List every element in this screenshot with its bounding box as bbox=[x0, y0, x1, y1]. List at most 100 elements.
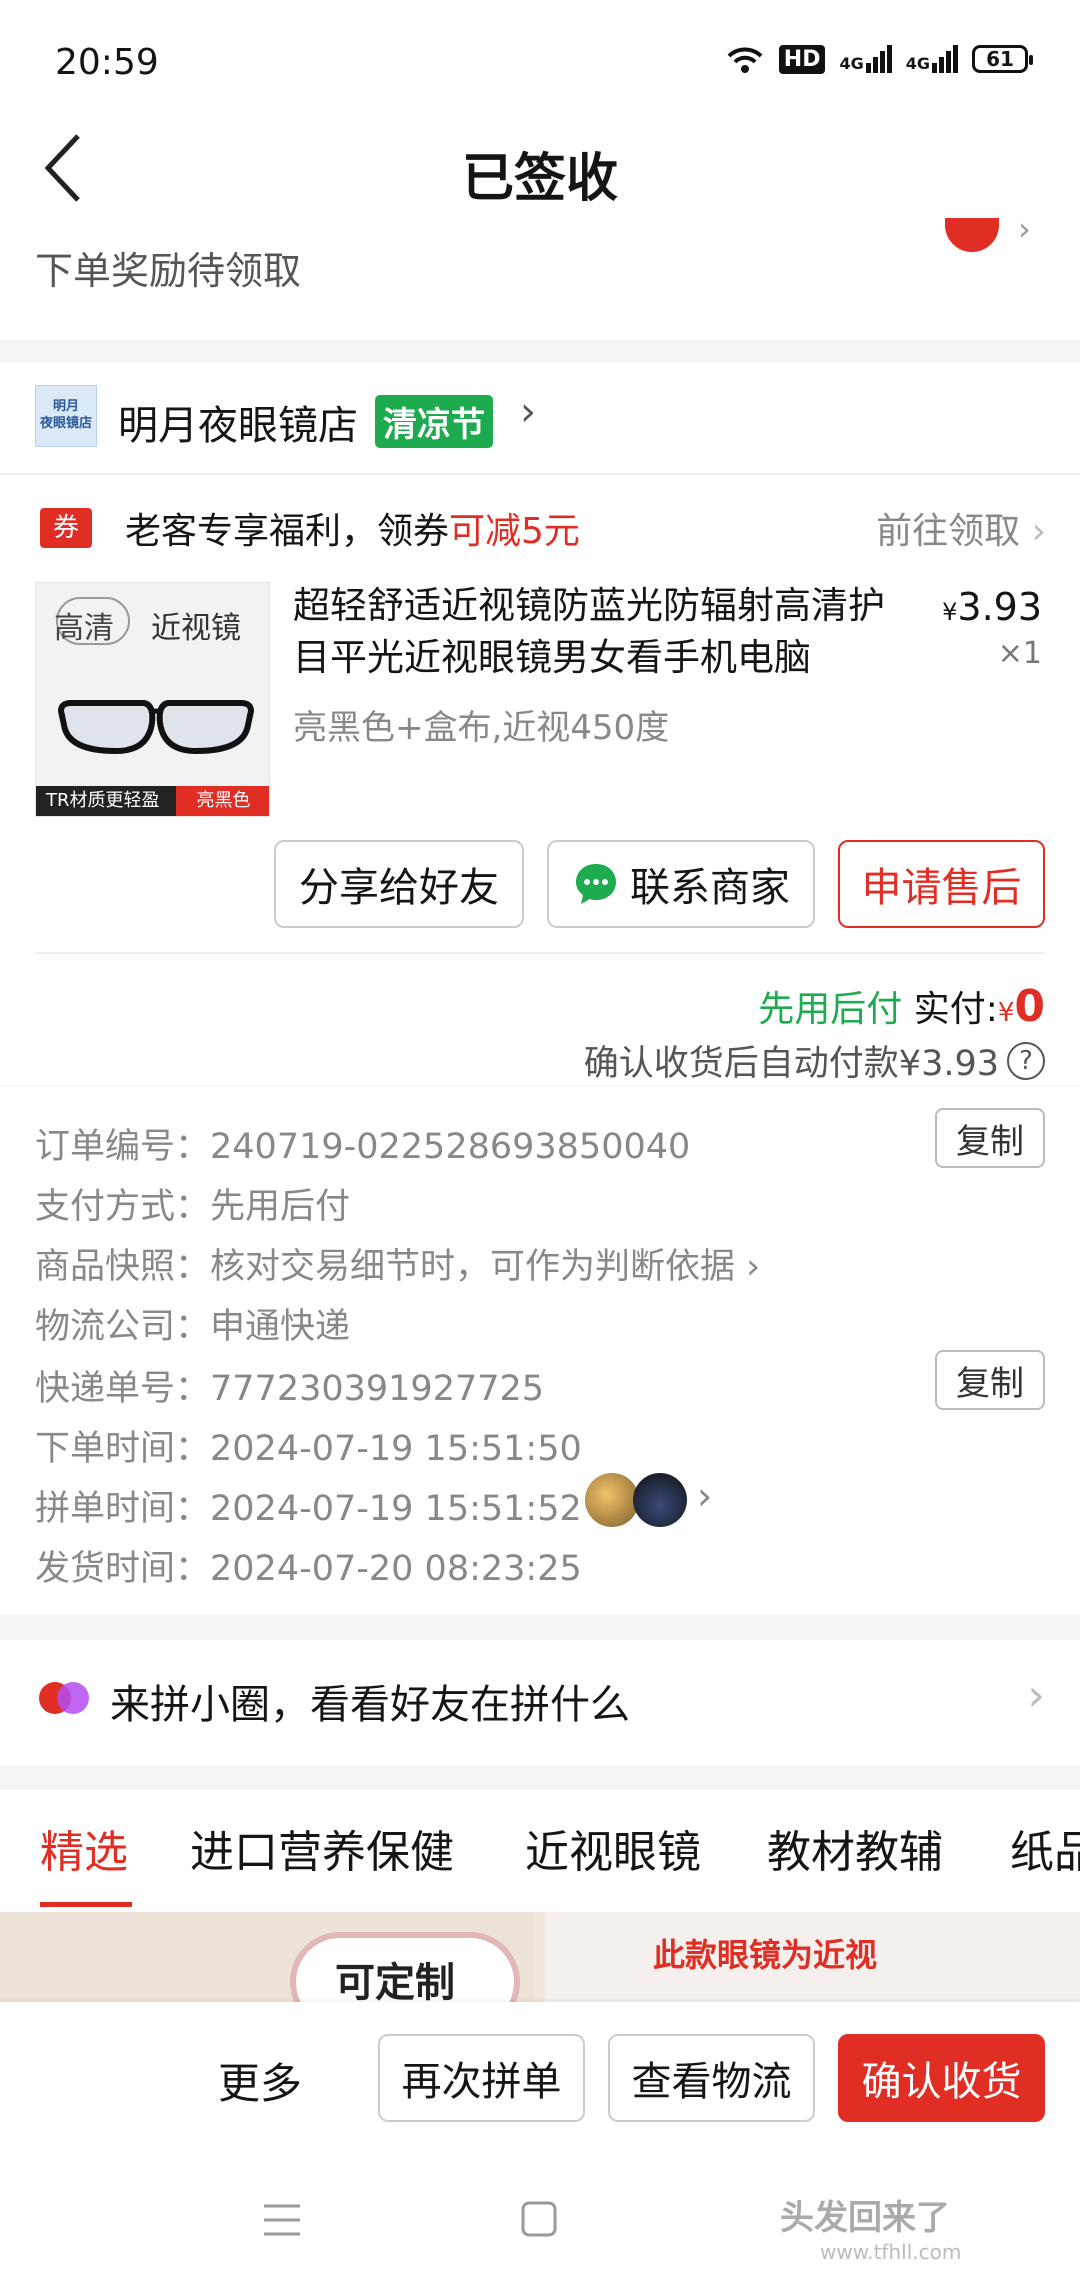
tab-imported-health[interactable]: 进口营养保健 bbox=[190, 1816, 454, 1880]
wifi-icon bbox=[727, 47, 763, 73]
confirm-receipt-button[interactable]: 确认收货 bbox=[838, 2034, 1045, 2122]
status-time: 20:59 bbox=[55, 42, 159, 83]
tracking-value: 777230391927725 bbox=[210, 1369, 545, 1409]
shop-promo-tag: 清凉节 bbox=[375, 395, 493, 448]
section-divider bbox=[0, 1615, 1080, 1640]
feed-item-right[interactable]: 此款眼镜为近视 bbox=[545, 1912, 1080, 2007]
status-icons: HD 4G 4G 61 bbox=[725, 44, 1033, 74]
tab-paper[interactable]: 纸品 bbox=[1010, 1816, 1080, 1880]
paid-amount: 0 bbox=[1014, 981, 1045, 1032]
regroup-button[interactable]: 再次拼单 bbox=[378, 2034, 585, 2122]
product-title[interactable]: 超轻舒适近视镜防蓝光防辐射高清护目平光近视眼镜男女看手机电脑 bbox=[293, 580, 913, 684]
coupon-row[interactable]: 券 老客专享福利，领券可减5元 前往领取 › bbox=[0, 490, 1080, 560]
home-icon[interactable] bbox=[520, 2200, 558, 2238]
ordered-time-label: 下单时间： bbox=[35, 1429, 211, 1469]
pay-method-row: 支付方式：先用后付 bbox=[35, 1178, 350, 1229]
contact-merchant-label: 联系商家 bbox=[630, 865, 790, 911]
order-number-label: 订单编号： bbox=[35, 1127, 211, 1167]
price-currency: ¥ bbox=[942, 598, 958, 626]
watermark-url: www.tfhll.com bbox=[820, 2240, 962, 2264]
shop-chevron-icon[interactable]: › bbox=[520, 389, 536, 435]
pay-method-label: 支付方式： bbox=[35, 1187, 211, 1227]
signal-icon-2: 4G bbox=[906, 45, 958, 73]
ordered-time-row: 下单时间：2024-07-19 15:51:50 bbox=[35, 1420, 582, 1471]
friend-circle-icon bbox=[39, 1682, 89, 1714]
coupon-action[interactable]: 前往领取 › bbox=[876, 502, 1046, 554]
copy-order-number-button[interactable]: 复制 bbox=[935, 1108, 1045, 1168]
product-feed-preview[interactable]: 可定制 此款眼镜为近视 bbox=[0, 1912, 1080, 2007]
status-bar: 20:59 HD 4G 4G 61 bbox=[0, 0, 1080, 130]
feed-item-left[interactable]: 可定制 bbox=[0, 1912, 535, 2007]
product-sku: 亮黑色+盒布,近视450度 bbox=[293, 708, 670, 748]
shipped-time-value: 2024-07-20 08:23:25 bbox=[210, 1549, 582, 1589]
snapshot-value: 核对交易细节时，可作为判断依据 bbox=[210, 1247, 736, 1287]
avatar[interactable] bbox=[585, 1473, 639, 1527]
divider bbox=[0, 1085, 1080, 1087]
group-time-value: 2024-07-19 15:51:52 bbox=[210, 1489, 582, 1529]
coupon-action-label: 前往领取 bbox=[876, 511, 1021, 552]
copy-tracking-button[interactable]: 复制 bbox=[935, 1350, 1045, 1410]
system-nav-bar: 头发回来了 www.tfhll.com bbox=[0, 2160, 1080, 2280]
shop-header[interactable]: 明月 夜眼镜店 明月夜眼镜店 清凉节 › bbox=[0, 363, 1080, 473]
friend-circle-row[interactable]: 来拼小圈，看看好友在拼什么 › bbox=[0, 1640, 1080, 1760]
ordered-time-value: 2024-07-19 15:51:50 bbox=[210, 1429, 582, 1469]
reward-text[interactable]: 下单奖励待领取 bbox=[35, 240, 301, 295]
contact-merchant-button[interactable]: 联系商家 bbox=[547, 840, 815, 928]
menu-icon[interactable] bbox=[262, 2202, 302, 2238]
carrier-label: 物流公司： bbox=[35, 1307, 211, 1347]
pay-method-value: 先用后付 bbox=[210, 1187, 351, 1227]
paid-currency: ¥ bbox=[997, 998, 1015, 1028]
shipped-time-row: 发货时间：2024-07-20 08:23:25 bbox=[35, 1540, 582, 1591]
divider bbox=[0, 473, 1080, 475]
share-button[interactable]: 分享给好友 bbox=[274, 840, 524, 928]
snapshot-row[interactable]: 商品快照：核对交易细节时，可作为判断依据 › bbox=[35, 1238, 760, 1289]
divider bbox=[35, 952, 1045, 954]
chevron-right-icon: › bbox=[1027, 1670, 1045, 1721]
chevron-right-icon: › bbox=[735, 1247, 761, 1287]
auto-pay-note: 确认收货后自动付款¥3.93? bbox=[584, 1035, 1045, 1086]
tracking-label: 快递单号： bbox=[35, 1369, 211, 1409]
category-tabs: 精选 进口营养保健 近视眼镜 教材教辅 纸品 bbox=[0, 1790, 1080, 1910]
battery-icon: 61 bbox=[972, 45, 1033, 73]
nav-bar: 已签收 bbox=[0, 118, 1080, 218]
reward-chevron-icon[interactable]: › bbox=[1018, 210, 1031, 248]
coupon-label: 老客专享福利，领券 bbox=[125, 511, 450, 552]
payment-summary: 先用后付 实付:¥0 bbox=[758, 980, 1045, 1032]
signal-icon-1: 4G bbox=[839, 45, 892, 73]
after-sale-button[interactable]: 申请售后 bbox=[838, 840, 1045, 928]
tab-featured[interactable]: 精选 bbox=[40, 1816, 128, 1880]
pay-later-label: 先用后付 bbox=[758, 989, 903, 1030]
section-divider bbox=[0, 1765, 1080, 1790]
help-icon[interactable]: ? bbox=[1007, 1041, 1045, 1080]
coupon-discount: 可减5元 bbox=[449, 511, 580, 552]
view-logistics-button[interactable]: 查看物流 bbox=[608, 2034, 815, 2122]
avatar[interactable] bbox=[633, 1473, 687, 1527]
shop-name[interactable]: 明月夜眼镜店 bbox=[118, 393, 358, 451]
friend-circle-text: 来拼小圈，看看好友在拼什么 bbox=[110, 1682, 630, 1728]
feed-item-left-text: 可定制 bbox=[335, 1960, 455, 2006]
tab-textbooks[interactable]: 教材教辅 bbox=[767, 1816, 943, 1880]
shipped-time-label: 发货时间： bbox=[35, 1549, 211, 1589]
product-image[interactable]: 高清 近视镜 TR材质更轻盈 亮黑色 bbox=[35, 582, 270, 817]
auto-pay-text: 确认收货后自动付款¥3.93 bbox=[583, 1044, 999, 1084]
carrier-row: 物流公司：申通快递 bbox=[35, 1298, 350, 1349]
hd-icon: HD bbox=[778, 44, 826, 74]
image-band-text: TR材质更轻盈 bbox=[46, 790, 160, 811]
more-button[interactable]: 更多 bbox=[218, 2050, 302, 2111]
coupon-text: 老客专享福利，领券可减5元 bbox=[125, 502, 580, 554]
snapshot-label: 商品快照： bbox=[35, 1247, 211, 1287]
glasses-icon bbox=[57, 700, 255, 755]
shop-logo: 明月 夜眼镜店 bbox=[35, 385, 97, 447]
network-type-1: 4G bbox=[839, 54, 864, 73]
chat-icon bbox=[576, 864, 616, 904]
bottom-action-bar: 更多 再次拼单 查看物流 确认收货 bbox=[0, 2002, 1080, 2162]
page-title: 已签收 bbox=[461, 149, 618, 209]
group-time-row: 拼单时间：2024-07-19 15:51:52 bbox=[35, 1480, 582, 1531]
image-label-myopia: 近视镜 bbox=[151, 611, 241, 646]
network-type-2: 4G bbox=[905, 54, 930, 73]
image-band-color: 亮黑色 bbox=[176, 786, 269, 816]
product-qty: ×1 bbox=[997, 636, 1042, 671]
tab-myopia-glasses[interactable]: 近视眼镜 bbox=[525, 1816, 701, 1880]
coupon-icon: 券 bbox=[40, 508, 92, 548]
chevron-right-icon[interactable]: › bbox=[697, 1474, 712, 1518]
